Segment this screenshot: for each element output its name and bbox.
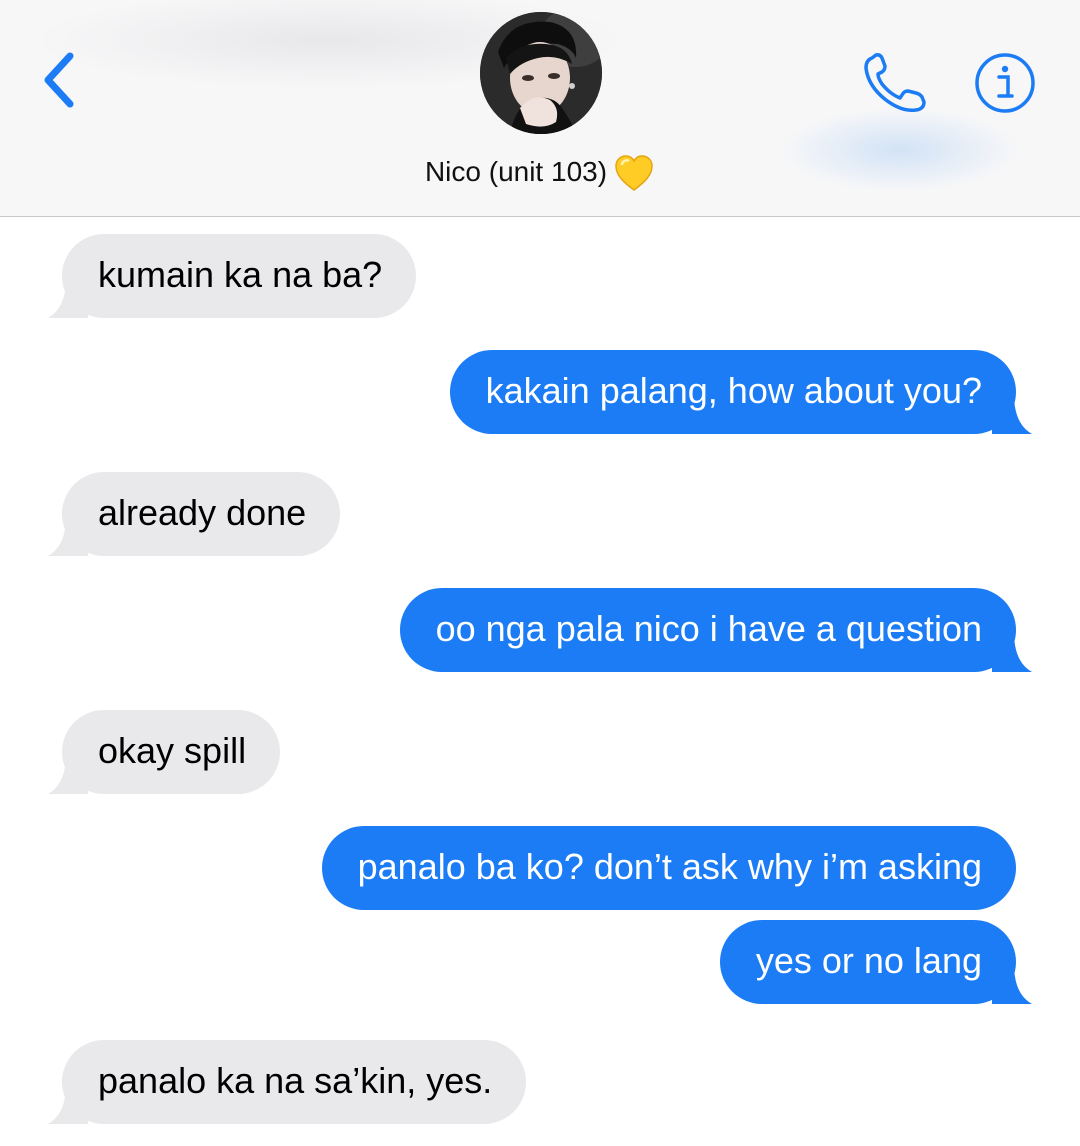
outgoing-message-bubble[interactable]: kakain palang, how about you? bbox=[449, 350, 1032, 434]
avatar-photo bbox=[480, 12, 602, 134]
message-text: already done bbox=[98, 492, 307, 533]
contact-name-row[interactable]: Nico (unit 103) bbox=[0, 150, 1080, 194]
incoming-message-bubble[interactable]: kumain ka na ba? bbox=[48, 234, 417, 318]
outgoing-message-bubble[interactable]: panalo ba ko? don’t ask why i’m asking bbox=[321, 826, 1016, 910]
bubble-tail bbox=[48, 754, 88, 794]
yellow-heart-icon bbox=[615, 155, 653, 191]
phone-icon bbox=[864, 53, 926, 113]
message-text: yes or no lang bbox=[755, 940, 982, 981]
contact-name: Nico (unit 103) bbox=[424, 156, 608, 187]
info-button[interactable] bbox=[972, 52, 1038, 114]
outgoing-message-bubble[interactable]: oo nga pala nico i have a question bbox=[399, 588, 1032, 672]
call-button[interactable] bbox=[858, 50, 934, 116]
message-text: panalo ba ko? don’t ask why i’m asking bbox=[357, 846, 982, 887]
contact-avatar[interactable] bbox=[480, 12, 602, 134]
bubble-tail bbox=[992, 964, 1032, 1004]
bubble-tail bbox=[992, 394, 1032, 434]
bubble-tail bbox=[992, 632, 1032, 672]
bubble-tail bbox=[48, 516, 88, 556]
message-thread[interactable]: kumain ka na ba? kakain palang, how abou… bbox=[0, 218, 1080, 1146]
incoming-message-bubble[interactable]: okay spill bbox=[48, 710, 281, 794]
info-icon bbox=[975, 53, 1035, 113]
message-text: kumain ka na ba? bbox=[98, 254, 383, 295]
message-text: kakain palang, how about you? bbox=[485, 370, 982, 411]
bubble-tail bbox=[48, 278, 88, 318]
back-button[interactable] bbox=[28, 44, 88, 116]
bubble-tail bbox=[48, 1084, 88, 1124]
incoming-message-bubble[interactable]: already done bbox=[48, 472, 341, 556]
message-text: panalo ka na sa’kin, yes. bbox=[98, 1060, 493, 1101]
conversation-header: Nico (unit 103) bbox=[0, 0, 1080, 217]
chevron-left-icon bbox=[44, 52, 74, 108]
message-text: oo nga pala nico i have a question bbox=[435, 608, 982, 649]
incoming-message-bubble[interactable]: panalo ka na sa’kin, yes. bbox=[48, 1040, 527, 1124]
message-text: okay spill bbox=[98, 730, 247, 771]
outgoing-message-bubble[interactable]: yes or no lang bbox=[719, 920, 1032, 1004]
